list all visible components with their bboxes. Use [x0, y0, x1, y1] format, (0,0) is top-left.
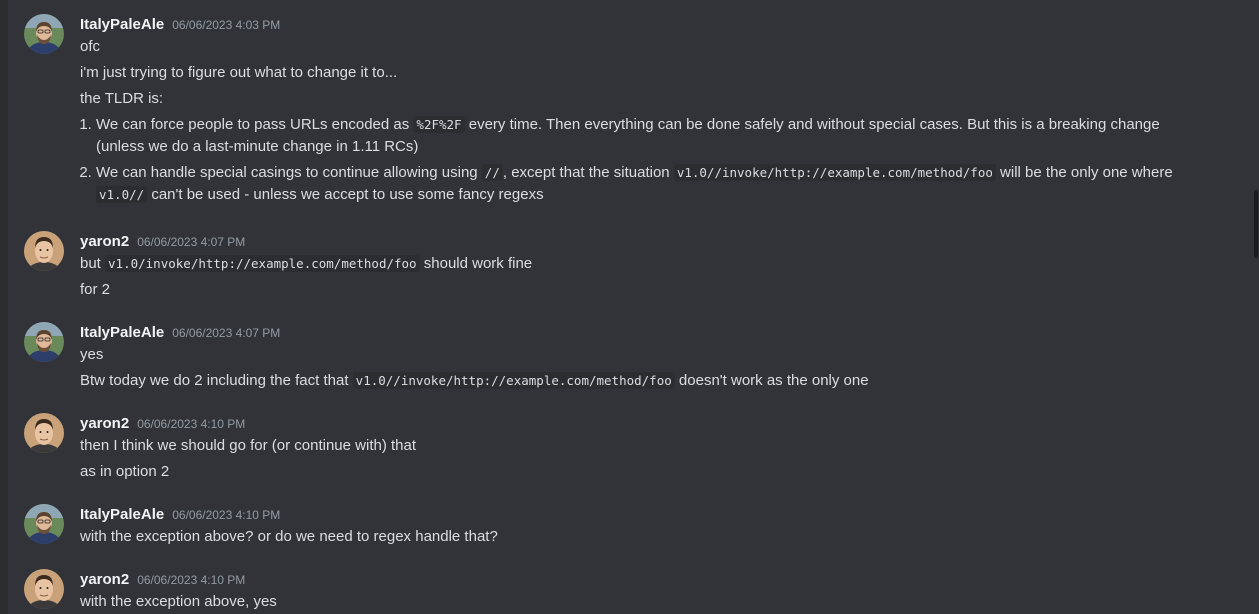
list-text: We can handle special casings to continu… [96, 164, 482, 181]
avatar-italy-icon [24, 322, 64, 362]
message-text: with the exception above, yes [80, 593, 277, 610]
message-text-part: Btw today we do 2 including the fact tha… [80, 372, 353, 389]
message-header: ItalyPaleAle 06/06/2023 4:03 PM [80, 14, 1190, 36]
message-text: the TLDR is: [80, 90, 164, 107]
message-content: yaron2 06/06/2023 4:10 PM then I think w… [80, 413, 1190, 483]
message-timestamp: 06/06/2023 4:07 PM [137, 235, 246, 249]
message-text-part: but [80, 255, 106, 272]
avatar-italy-icon [24, 504, 64, 544]
author-name[interactable]: yaron2 [80, 569, 129, 591]
avatar[interactable] [24, 504, 64, 544]
left-gutter [0, 0, 8, 614]
scrollbar[interactable] [1253, 0, 1259, 614]
message-content: ItalyPaleAle 06/06/2023 4:07 PM yes Btw … [80, 322, 1190, 392]
message-text: Btw today we do 2 including the fact tha… [80, 370, 1190, 392]
message-header: yaron2 06/06/2023 4:10 PM [80, 569, 1190, 591]
message-text: ofc [80, 38, 101, 55]
avatar-yaron-icon [24, 231, 64, 271]
avatar[interactable] [24, 413, 64, 453]
avatar[interactable] [24, 569, 64, 609]
message-content: yaron2 06/06/2023 4:07 PM but v1.0/invok… [80, 231, 1190, 301]
author-name[interactable]: ItalyPaleAle [80, 322, 164, 344]
ordered-list: We can force people to pass URLs encoded… [80, 114, 1190, 206]
list-item: We can force people to pass URLs encoded… [96, 114, 1190, 158]
inline-code: %2F%2F [413, 116, 465, 133]
author-name[interactable]: ItalyPaleAle [80, 14, 164, 36]
message-timestamp: 06/06/2023 4:10 PM [137, 417, 246, 431]
inline-code: v1.0// [96, 186, 148, 203]
inline-code: v1.0//invoke/http://example.com/method/f… [673, 164, 996, 181]
message-text: as in option 2 [80, 463, 170, 480]
message-timestamp: 06/06/2023 4:07 PM [172, 326, 281, 340]
avatar-italy-icon [24, 14, 64, 54]
author-name[interactable]: yaron2 [80, 413, 129, 435]
message-text: with the exception above? or do we need … [80, 528, 498, 545]
inline-code: // [481, 164, 503, 181]
message-timestamp: 06/06/2023 4:10 PM [137, 573, 246, 587]
inline-code: v1.0//invoke/http://example.com/method/f… [352, 372, 675, 389]
list-item: We can handle special casings to continu… [96, 162, 1190, 206]
message-content: ItalyPaleAle 06/06/2023 4:03 PM ofc i'm … [80, 14, 1190, 210]
list-text: can't be used - unless we accept to use … [147, 186, 544, 203]
avatar-yaron-icon [24, 413, 64, 453]
message-text: then I think we should go for (or contin… [80, 437, 417, 454]
message-content: ItalyPaleAle 06/06/2023 4:10 PM with the… [80, 504, 1190, 548]
list-text: We can force people to pass URLs encoded… [96, 116, 414, 133]
message-header: ItalyPaleAle 06/06/2023 4:07 PM [80, 322, 1190, 344]
author-name[interactable]: ItalyPaleAle [80, 504, 164, 526]
message-text: for 2 [80, 281, 111, 298]
message-timestamp: 06/06/2023 4:03 PM [172, 18, 281, 32]
list-text: will be the only one where [995, 164, 1173, 181]
list-text: , except that the situation [502, 164, 674, 181]
message-header: yaron2 06/06/2023 4:07 PM [80, 231, 1190, 253]
inline-code: v1.0/invoke/http://example.com/method/fo… [105, 255, 420, 272]
avatar[interactable] [24, 231, 64, 271]
message-text: yes [80, 346, 104, 363]
avatar[interactable] [24, 14, 64, 54]
message-header: ItalyPaleAle 06/06/2023 4:10 PM [80, 504, 1190, 526]
message-text: but v1.0/invoke/http://example.com/metho… [80, 253, 1190, 275]
avatar[interactable] [24, 322, 64, 362]
message-header: yaron2 06/06/2023 4:10 PM [80, 413, 1190, 435]
message-text-part: should work fine [419, 255, 533, 272]
author-name[interactable]: yaron2 [80, 231, 129, 253]
avatar-yaron-icon [24, 569, 64, 609]
scrollbar-thumb[interactable] [1254, 190, 1258, 258]
message-text-part: doesn't work as the only one [674, 372, 869, 389]
message-timestamp: 06/06/2023 4:10 PM [172, 508, 281, 522]
message-content: yaron2 06/06/2023 4:10 PM with the excep… [80, 569, 1190, 613]
message-text: i'm just trying to figure out what to ch… [80, 64, 398, 81]
